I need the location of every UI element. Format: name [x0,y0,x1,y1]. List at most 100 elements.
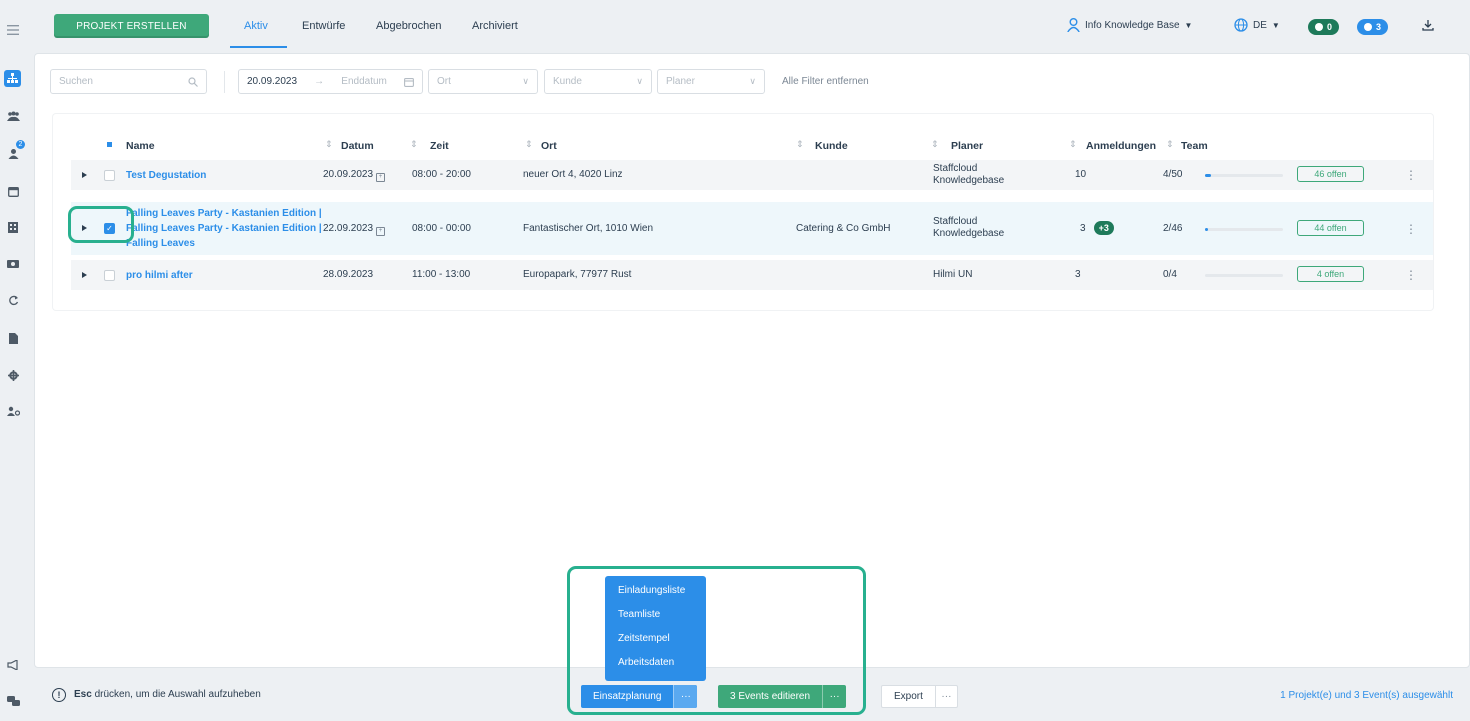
gear-icon[interactable] [5,367,21,383]
tab-abgebrochen[interactable]: Abgebrochen [376,20,441,32]
tab-archiviert[interactable]: Archiviert [472,20,518,32]
open-slots-badge[interactable]: 46 offen [1297,166,1364,182]
expand-caret-icon[interactable] [82,172,87,178]
search-placeholder: Suchen [59,76,93,87]
planner-cell: Staffcloud Knowledgebase [933,216,1005,239]
table-row[interactable]: pro hilmi after 28.09.2023 11:00 - 13:00… [71,260,1433,290]
chevron-down-icon: ∨ [636,76,643,86]
language-menu[interactable]: DE ▼ [1234,18,1280,32]
column-header-registrations[interactable]: Anmeldungen [1086,140,1156,152]
menu-item-zeitstempel[interactable]: Zeitstempel [605,631,706,655]
team-count-cell: 2/46 [1163,223,1183,234]
notifications-badge[interactable]: 3 [1357,19,1389,35]
sort-icon[interactable]: ⇕ [525,139,533,150]
money-icon[interactable] [5,256,21,272]
calendar-icon: + [376,173,386,182]
sort-icon[interactable]: ⇕ [1166,139,1174,150]
team-progress-fill [1205,228,1209,231]
globe-icon [1234,18,1248,32]
planner-placeholder: Planer [666,76,695,87]
table-row[interactable]: ✓ Falling Leaves Party - Kastanien Editi… [71,202,1433,255]
edit-events-button-group: 3 Events editieren ··· [718,685,847,708]
divider [224,71,225,93]
column-header-customer[interactable]: Kunde [815,140,848,152]
sort-icon[interactable]: ⇕ [931,139,939,150]
time-cell: 08:00 - 00:00 [412,223,471,234]
announce-icon[interactable] [5,657,21,673]
row-checkbox[interactable] [104,170,115,181]
select-all-checkbox[interactable] [105,140,116,151]
create-project-button[interactable]: PROJEKT ERSTELLEN [54,14,209,38]
project-name-link[interactable]: Test Degustation [126,168,206,183]
menu-item-einladungsliste[interactable]: Einladungsliste [605,583,706,607]
column-header-location[interactable]: Ort [541,140,557,152]
einsatzplanung-button[interactable]: Einsatzplanung [581,685,673,708]
search-icon [188,76,198,87]
search-input[interactable]: Suchen [50,69,207,94]
date-range-picker[interactable]: 20.09.2023 → Enddatum [238,69,423,94]
download-icon[interactable] [1422,19,1434,34]
row-menu-icon[interactable]: ⋮ [1405,268,1417,282]
projects-icon[interactable] [4,70,21,87]
export-button-group: Export ··· [881,685,958,708]
edit-events-more-button[interactable]: ··· [822,685,846,708]
column-header-planner[interactable]: Planer [951,140,983,152]
open-slots-badge[interactable]: 4 offen [1297,266,1364,282]
messages-count: 0 [1327,22,1333,32]
registrations-value: 3 [1080,223,1086,234]
expand-caret-icon[interactable] [82,225,87,231]
export-more-button[interactable]: ··· [934,686,957,707]
menu-item-teamliste[interactable]: Teamliste [605,607,706,631]
team-count-cell: 4/50 [1163,169,1183,180]
row-menu-icon[interactable]: ⋮ [1405,168,1417,182]
export-button[interactable]: Export [882,686,935,707]
chevron-down-icon: ∨ [749,76,756,86]
location-select[interactable]: Ort ∨ [428,69,538,94]
calendar-icon: + [376,227,386,236]
time-cell: 11:00 - 13:00 [412,269,471,280]
end-date-placeholder: Enddatum [341,76,387,87]
column-header-date[interactable]: Datum [341,140,374,152]
additional-registrations-badge[interactable]: +3 [1093,221,1114,235]
location-cell: neuer Ort 4, 4020 Linz [523,169,623,180]
user-group-icon[interactable] [5,403,21,419]
team-icon[interactable] [5,108,21,124]
planner-select[interactable]: Planer ∨ [657,69,765,94]
user-menu[interactable]: Info Knowledge Base ▼ [1067,18,1192,32]
location-placeholder: Ort [437,76,451,87]
notification-badge: 2 [16,140,25,149]
messages-badge[interactable]: 0 [1308,19,1340,35]
user-add-icon[interactable]: 2 [5,140,25,161]
open-slots-badge[interactable]: 44 offen [1297,220,1364,236]
row-checkbox[interactable]: ✓ [104,223,115,234]
row-menu-icon[interactable]: ⋮ [1405,222,1417,236]
tab-entwuerfe[interactable]: Entwürfe [302,20,345,32]
edit-events-button[interactable]: 3 Events editieren [718,685,822,708]
project-name-link[interactable]: Falling Leaves Party - Kastanien Edition… [126,206,331,251]
customer-select[interactable]: Kunde ∨ [544,69,652,94]
building-icon[interactable] [5,219,21,235]
sort-icon[interactable]: ⇕ [410,139,418,150]
expand-caret-icon[interactable] [82,272,87,278]
sort-icon[interactable]: ⇕ [1069,139,1077,150]
table-row[interactable]: Test Degustation 20.09.2023 + 08:00 - 20:… [71,160,1433,190]
project-name-link[interactable]: pro hilmi after [126,268,193,283]
einsatzplanung-dropdown: Einladungsliste Teamliste Zeitstempel Ar… [605,576,706,681]
sync-icon[interactable] [5,292,21,308]
row-checkbox[interactable] [104,270,115,281]
column-header-time[interactable]: Zeit [430,140,449,152]
column-header-team[interactable]: Team [1181,140,1208,152]
sort-icon[interactable]: ⇕ [796,139,804,150]
einsatzplanung-more-button[interactable]: ··· [673,685,698,708]
esc-hint: Esc drücken, um die Auswahl aufzuheben [74,689,261,700]
menu-icon[interactable] [5,22,21,38]
sidebar: 2 [0,0,34,721]
column-header-name[interactable]: Name [126,140,155,152]
clear-filters-link[interactable]: Alle Filter entfernen [782,76,869,87]
document-icon[interactable] [5,330,21,346]
tab-aktiv[interactable]: Aktiv [244,20,268,32]
calendar-icon[interactable] [5,183,21,199]
sort-icon[interactable]: ⇕ [325,139,333,150]
chat-icon[interactable] [5,693,21,709]
bottom-action-bar: ! Esc drücken, um die Auswahl aufzuheben… [34,676,1470,716]
